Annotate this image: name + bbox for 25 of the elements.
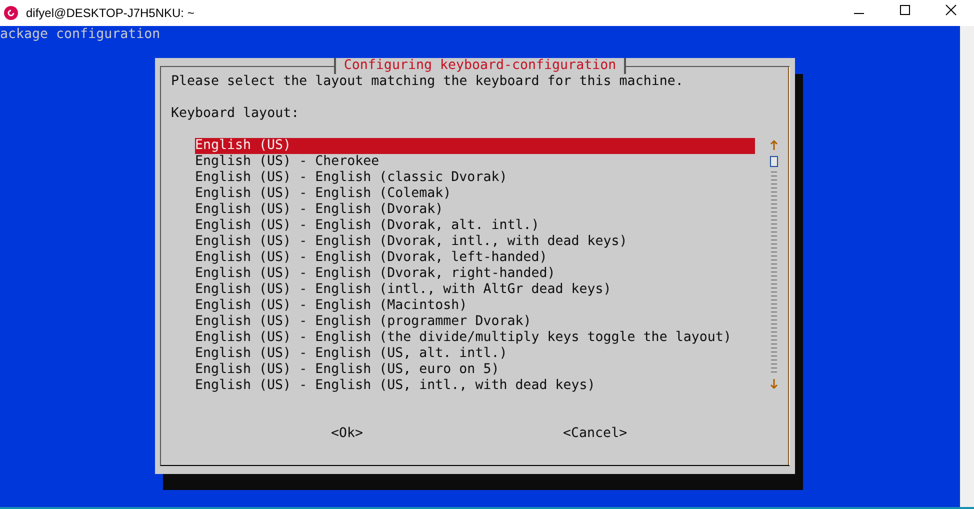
list-item[interactable]: English (US) - English (intl., with AltGr dead keys) <box>195 282 755 298</box>
list-item[interactable]: English (US) - Cherokee <box>195 154 755 170</box>
list-item[interactable]: English (US) - English (the divide/multiply keys toggle the layout) <box>195 330 755 346</box>
window-scrollbar[interactable] <box>960 26 974 507</box>
swirl-icon <box>4 6 18 20</box>
list-item[interactable]: English (US) - English (Dvorak, intl., with dead keys) <box>195 234 755 250</box>
list-item[interactable]: English (US) - English (Dvorak) <box>195 202 755 218</box>
list-item[interactable]: English (US) - English (US, intl., with dead keys) <box>195 378 755 394</box>
back-title: ackage configuration <box>0 27 160 43</box>
list-item[interactable]: English (US) - English (Dvorak, alt. intl.) <box>195 218 755 234</box>
list-item[interactable]: English (US) - English (Dvorak, right-handed) <box>195 266 755 282</box>
list-item[interactable]: English (US) <box>195 138 755 154</box>
list-item[interactable]: English (US) - English (programmer Dvorak) <box>195 314 755 330</box>
list-item[interactable]: English (US) - English (US, euro on 5) <box>195 362 755 378</box>
window-title: difyel@DESKTOP-J7H5NKU: ~ <box>26 6 194 20</box>
list-item[interactable]: English (US) - English (US, alt. intl.) <box>195 346 755 362</box>
prompt-text: Please select the layout matching the keyboard for this machine. <box>171 74 684 90</box>
list-label: Keyboard layout: <box>171 106 300 122</box>
list-item[interactable]: English (US) - English (Macintosh) <box>195 298 755 314</box>
dialog-title: Configuring keyboard-configuration <box>334 58 626 74</box>
list-item[interactable]: English (US) - English (Colemak) <box>195 186 755 202</box>
list-item[interactable]: English (US) - English (Dvorak, left-handed) <box>195 250 755 266</box>
dialog-button[interactable]: <Ok> <box>331 426 364 442</box>
dialog-button[interactable]: <Cancel> <box>563 426 628 442</box>
list-item[interactable]: English (US) - English (classic Dvorak) <box>195 170 755 186</box>
